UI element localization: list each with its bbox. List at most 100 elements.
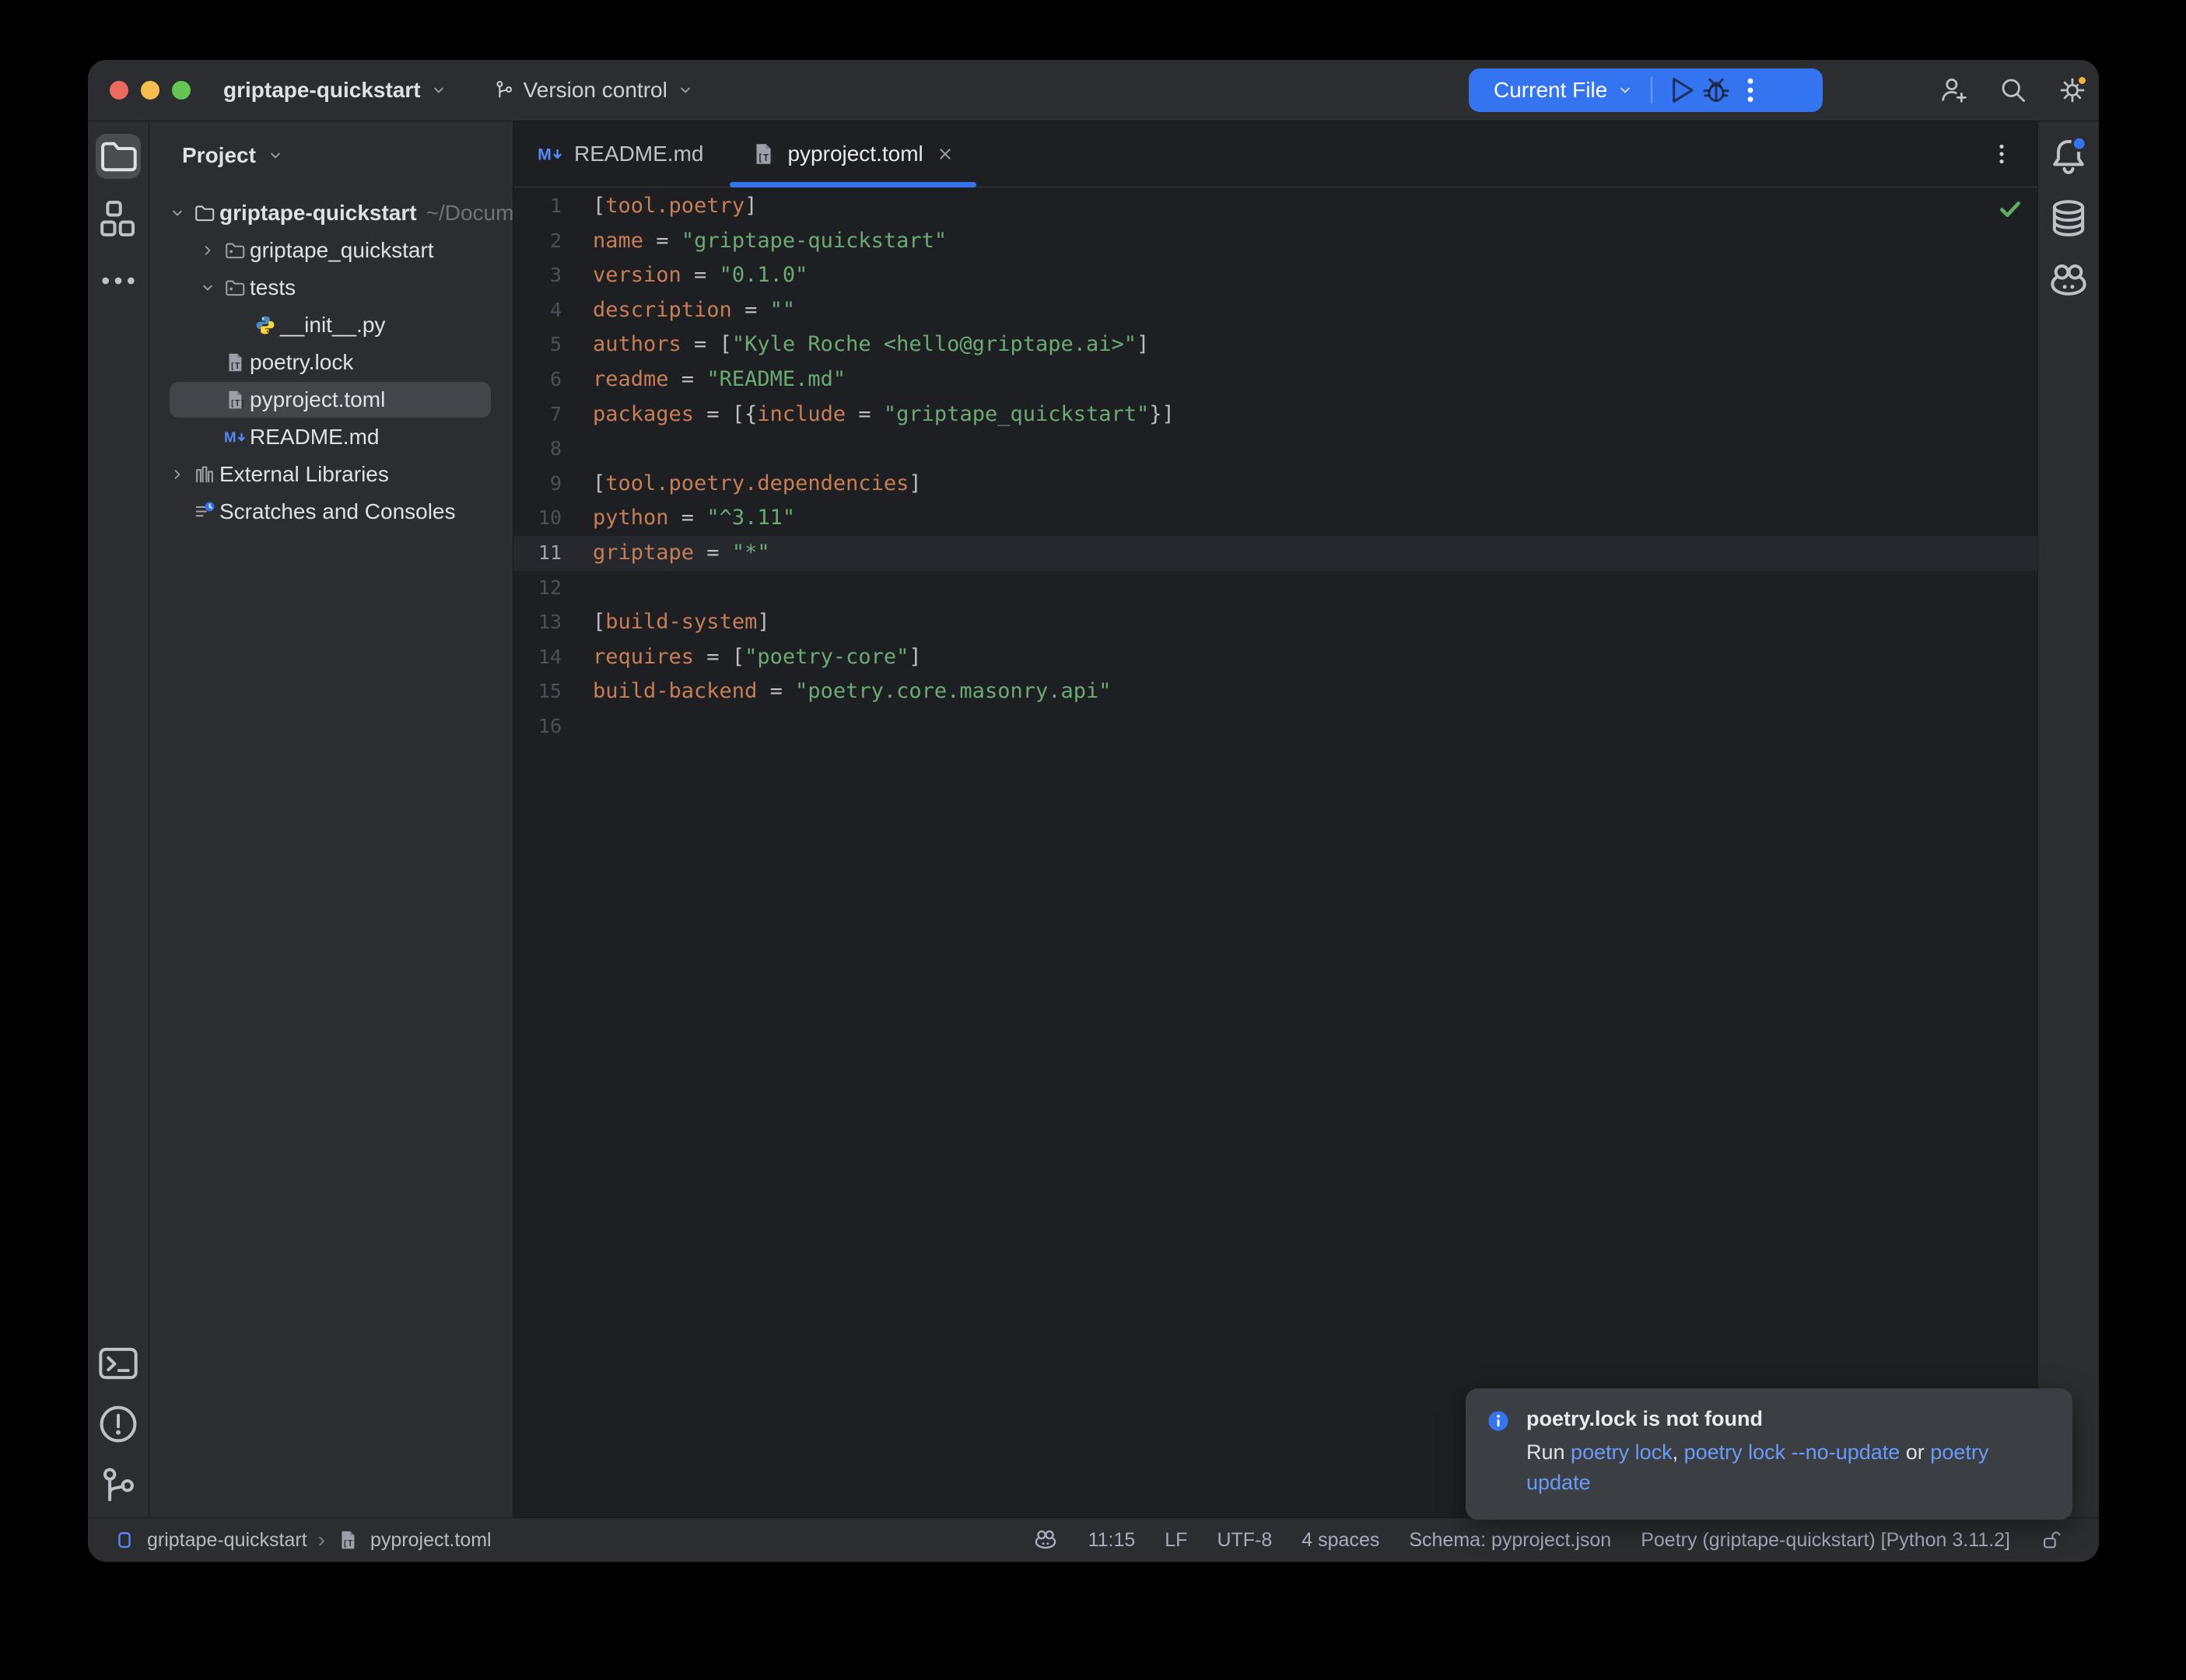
code-line[interactable]: 16 — [513, 709, 2037, 744]
notification-text: , — [1673, 1440, 1684, 1464]
chevron-down-icon[interactable] — [194, 278, 222, 298]
tree-item-tests[interactable]: tests — [149, 269, 513, 306]
status-item-line-ending[interactable]: LF — [1165, 1529, 1187, 1552]
tab-options-button[interactable] — [1988, 140, 2016, 168]
code-line[interactable]: 10python = "^3.11" — [513, 501, 2037, 536]
ai-assistant-status-icon[interactable] — [1032, 1527, 1059, 1553]
code-text: requires = ["poetry-core"] — [562, 640, 922, 675]
add-user-button[interactable] — [1939, 75, 1970, 106]
ai-assistant-button[interactable] — [2046, 258, 2091, 303]
more-run-options-button[interactable] — [1733, 73, 1767, 107]
code-line[interactable]: 8 — [513, 432, 2037, 467]
tree-item--init-py[interactable]: __init__.py — [149, 306, 513, 344]
title-bar: griptape-quickstart Version control Curr… — [88, 60, 2099, 121]
folder-icon — [96, 134, 141, 179]
status-item-caret-position[interactable]: 11:15 — [1088, 1529, 1136, 1552]
close-tab-button[interactable] — [934, 143, 956, 165]
vcs-widget-label: Version control — [524, 78, 667, 103]
status-item-schema[interactable]: Schema: pyproject.json — [1409, 1529, 1611, 1552]
tree-item-readme-md[interactable]: MREADME.md — [149, 418, 513, 456]
zoom-window-button[interactable] — [172, 81, 191, 100]
editor-tab-bar: M README.md [T] pyproject.toml — [513, 121, 2037, 187]
svg-text:[T]: [T] — [758, 152, 775, 163]
tree-item-label: poetry.lock — [250, 350, 353, 375]
tab-readme[interactable]: M README.md — [513, 121, 727, 187]
desktop: { "colors":{"accent":"#3574F0","key_oran… — [0, 0, 2186, 1680]
code-text: [tool.poetry] — [562, 189, 757, 224]
code-line[interactable]: 4description = "" — [513, 293, 2037, 328]
minimize-window-button[interactable] — [141, 81, 159, 100]
code-text: name = "griptape-quickstart" — [562, 224, 947, 259]
vcs-toolwindow-button[interactable] — [96, 1464, 141, 1509]
project-widget[interactable]: griptape-quickstart — [223, 78, 449, 103]
vcs-widget[interactable]: Version control — [492, 78, 695, 103]
code-line[interactable]: 6readme = "README.md" — [513, 362, 2037, 397]
code-editor[interactable]: 1[tool.poetry]2name = "griptape-quicksta… — [513, 187, 2037, 1517]
code-line[interactable]: 14requires = ["poetry-core"] — [513, 640, 2037, 675]
project-panel-header[interactable]: Project — [149, 121, 513, 190]
run-widget: Current File — [1469, 68, 1823, 112]
notification-link[interactable]: poetry lock --no-update — [1684, 1440, 1900, 1464]
code-line[interactable]: 11griptape = "*" — [513, 536, 2037, 571]
close-window-button[interactable] — [110, 81, 128, 100]
toml-icon: [T] — [222, 388, 248, 411]
svg-text:[T]: [T] — [229, 361, 244, 371]
more-toolwindows-button[interactable] — [96, 258, 141, 303]
code-line[interactable]: 5authors = ["Kyle Roche <hello@griptape.… — [513, 327, 2037, 362]
tree-item-griptape-quickstart[interactable]: griptape_quickstart — [149, 232, 513, 269]
run-button[interactable] — [1665, 73, 1699, 107]
code-text: packages = [{include = "griptape_quickst… — [562, 397, 1175, 432]
code-text: build-backend = "poetry.core.masonry.api… — [562, 674, 1112, 709]
titlebar-actions — [1939, 60, 2088, 121]
status-item-interpreter[interactable]: Poetry (griptape-quickstart) [Python 3.1… — [1641, 1529, 2010, 1552]
project-toolwindow-button[interactable] — [96, 134, 141, 179]
code-text: readme = "README.md" — [562, 362, 846, 397]
notification-link[interactable]: poetry lock — [1571, 1440, 1673, 1464]
chevron-right-icon[interactable] — [194, 240, 222, 261]
notification-balloon: poetry.lock is not found Run poetry lock… — [1466, 1388, 2072, 1520]
code-line[interactable]: 13[build-system] — [513, 605, 2037, 640]
code-line[interactable]: 2name = "griptape-quickstart" — [513, 224, 2037, 259]
tree-item-external-libraries[interactable]: External Libraries — [149, 456, 513, 493]
code-line[interactable]: 15build-backend = "poetry.core.masonry.a… — [513, 674, 2037, 709]
run-configuration-selector[interactable]: Current File — [1494, 78, 1635, 103]
tree-item-poetry-lock[interactable]: [T] poetry.lock — [149, 344, 513, 381]
ide-window: griptape-quickstart Version control Curr… — [88, 60, 2099, 1562]
notifications-button[interactable] — [2046, 134, 2091, 179]
problems-toolwindow-button[interactable] — [96, 1402, 141, 1447]
search-everywhere-button[interactable] — [1998, 75, 2029, 106]
tree-item-label: __init__.py — [280, 313, 385, 338]
code-line[interactable]: 12 — [513, 571, 2037, 606]
notification-body: Run poetry lock, poetry lock --no-update… — [1526, 1437, 2009, 1498]
tree-item-pyproject-toml[interactable]: [T]pyproject.toml — [149, 381, 513, 418]
svg-text:[T]: [T] — [342, 1538, 357, 1549]
code-line[interactable]: 1[tool.poetry] — [513, 189, 2037, 224]
line-number: 6 — [513, 362, 562, 397]
settings-button[interactable] — [2057, 75, 2088, 106]
status-item-indent[interactable]: 4 spaces — [1301, 1529, 1379, 1552]
code-text: python = "^3.11" — [562, 501, 795, 536]
code-line[interactable]: 7packages = [{include = "griptape_quicks… — [513, 397, 2037, 432]
debug-button[interactable] — [1699, 73, 1733, 107]
breadcrumb-project[interactable]: griptape-quickstart — [147, 1529, 307, 1552]
chevron-down-icon — [675, 80, 695, 100]
line-number: 8 — [513, 432, 562, 467]
status-item-encoding[interactable]: UTF-8 — [1217, 1529, 1272, 1552]
tree-item-griptape-quickstart[interactable]: griptape-quickstart~/Docume — [149, 194, 513, 232]
git-branch-icon — [492, 79, 516, 102]
database-toolwindow-button[interactable] — [2046, 196, 2091, 241]
code-text — [562, 709, 593, 744]
code-line[interactable]: 9[tool.poetry.dependencies] — [513, 467, 2037, 502]
breadcrumb-file[interactable]: pyproject.toml — [370, 1529, 492, 1552]
notification-text: or — [1900, 1440, 1930, 1464]
code-line[interactable]: 3version = "0.1.0" — [513, 258, 2037, 293]
structure-toolwindow-button[interactable] — [96, 196, 141, 241]
tree-item-scratches-and-consoles[interactable]: Scratches and Consoles — [149, 493, 513, 530]
tab-pyproject[interactable]: [T] pyproject.toml — [727, 121, 979, 187]
lock-icon[interactable] — [2040, 1528, 2063, 1552]
chevron-right-icon[interactable] — [163, 464, 191, 485]
search-icon — [1998, 75, 2029, 106]
chevron-down-icon[interactable] — [163, 203, 191, 223]
terminal-toolwindow-button[interactable] — [96, 1341, 141, 1386]
inspections-ok-icon[interactable] — [1997, 195, 2023, 222]
